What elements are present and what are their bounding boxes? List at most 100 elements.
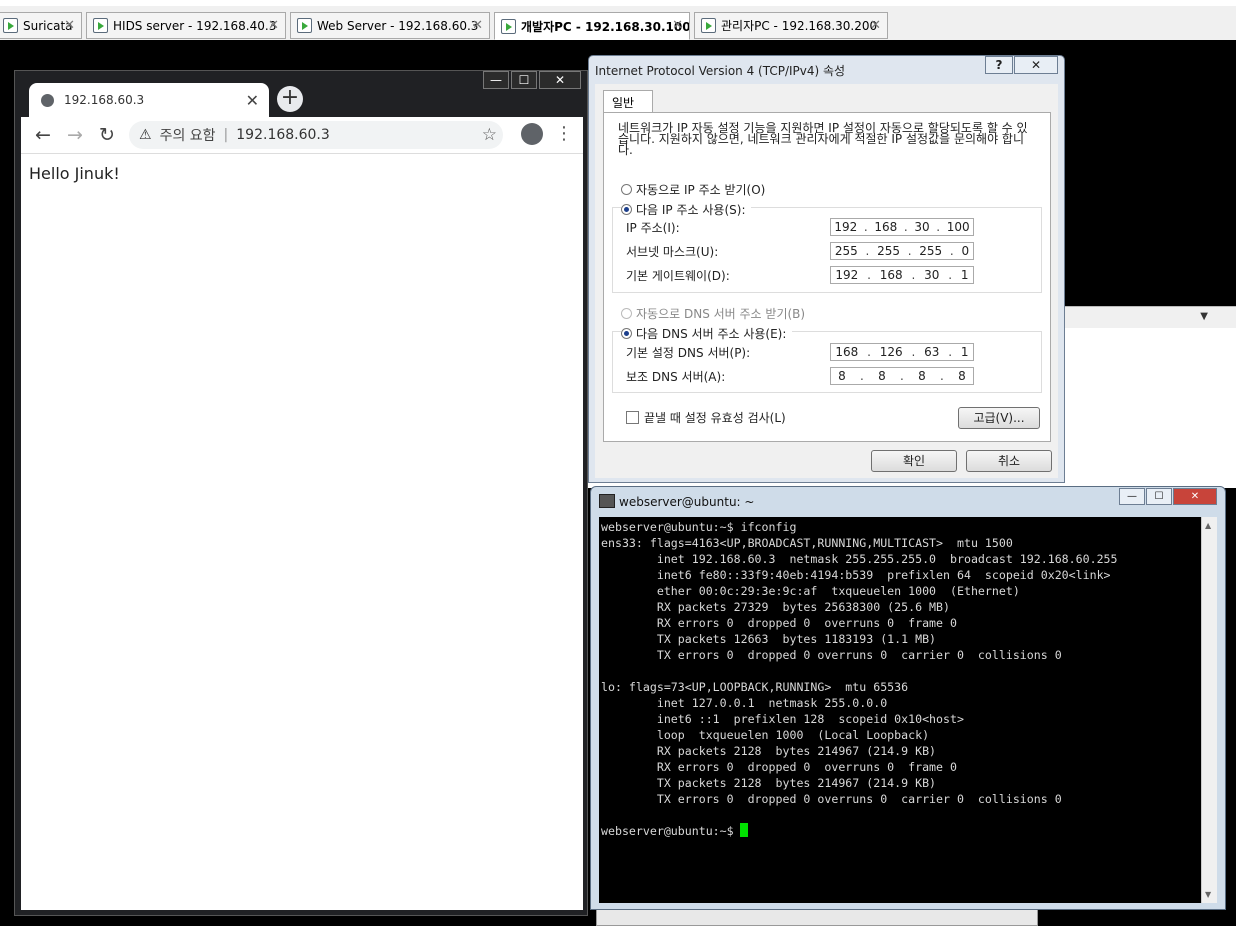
radio-selected-icon[interactable] (621, 328, 632, 339)
dns2-row: 보조 DNS 서버(A): 8. 8. 8. 8 (626, 366, 1036, 386)
octet[interactable]: 168 (874, 220, 897, 234)
terminal-line: RX errors 0 dropped 0 overruns 0 frame 0 (601, 616, 957, 630)
terminal-line: inet 127.0.0.1 netmask 255.0.0.0 (601, 696, 888, 710)
maximize-button[interactable]: ☐ (1146, 488, 1172, 505)
radio-icon[interactable] (621, 184, 632, 195)
close-icon[interactable]: ✕ (472, 18, 483, 33)
octet[interactable]: 8 (918, 369, 926, 383)
validate-checkbox[interactable]: 끝낼 때 설정 유효성 검사(L) (626, 409, 786, 426)
octet[interactable]: 8 (878, 369, 886, 383)
minimize-button[interactable]: — (1119, 488, 1145, 505)
dialog-titlebar: Internet Protocol Version 4 (TCP/IPv4) 속… (589, 56, 1064, 82)
octet[interactable]: 192 (835, 268, 858, 282)
window-controls: — ☐ ✕ (481, 71, 581, 91)
octet[interactable]: 30 (914, 220, 929, 234)
cancel-button[interactable]: 취소 (966, 450, 1052, 472)
close-icon[interactable]: ✕ (246, 91, 259, 110)
advanced-button[interactable]: 고급(V)... (958, 407, 1040, 429)
close-icon[interactable]: ✕ (870, 18, 881, 33)
octet[interactable]: 168 (835, 345, 858, 359)
dialog-body: 일반 네트워크가 IP 자동 설정 기능을 지원하면 IP 설정이 자동으로 할… (595, 84, 1058, 478)
forward-icon[interactable]: → (61, 124, 89, 146)
octet-separator: . (911, 268, 916, 282)
terminal-line: ens33: flags=4163<UP,BROADCAST,RUNNING,M… (601, 536, 1013, 550)
vm-tab-label: 관리자PC - 192.168.30.200 (721, 19, 878, 33)
terminal-title: webserver@ubuntu: ~ (619, 495, 755, 509)
browser-tab[interactable]: 192.168.60.3 ✕ (29, 83, 269, 117)
minimize-button[interactable]: — (483, 71, 509, 89)
dns1-row: 기본 설정 DNS 서버(P): 168. 126. 63. 1 (626, 342, 1036, 362)
gateway-field[interactable]: 192. 168. 30. 1 (830, 266, 974, 284)
checkbox-icon[interactable] (626, 411, 639, 424)
radio-selected-icon[interactable] (621, 204, 632, 215)
terminal-prompt: webserver@ubuntu:~$ (601, 824, 734, 838)
octet[interactable]: 255 (877, 244, 900, 258)
subnet-mask-label: 서브넷 마스크(U): (626, 244, 719, 259)
octet[interactable]: 255 (919, 244, 942, 258)
close-button[interactable]: ✕ (1014, 56, 1058, 74)
manual-dns-radio[interactable]: 다음 DNS 서버 주소 사용(E): (621, 325, 793, 342)
vm-tab-hids-server[interactable]: HIDS server - 192.168.40.3 ✕ (86, 12, 286, 39)
subnet-mask-field[interactable]: 255. 255. 255. 0 (830, 242, 974, 260)
menu-kebab-icon[interactable]: ⋮ (555, 123, 573, 144)
octet[interactable]: 255 (835, 244, 858, 258)
dns2-field[interactable]: 8. 8. 8. 8 (830, 367, 974, 385)
octet[interactable]: 192 (834, 220, 857, 234)
close-button[interactable]: ✕ (1173, 488, 1217, 505)
terminal-line: TX packets 2128 bytes 214967 (214.9 KB) (601, 776, 937, 790)
dns1-field[interactable]: 168. 126. 63. 1 (830, 343, 974, 361)
reload-icon[interactable]: ↻ (93, 124, 121, 146)
security-label[interactable]: 주의 요함 (160, 125, 216, 145)
gateway-row: 기본 게이트웨이(D): 192. 168. 30. 1 (626, 265, 1036, 285)
octet[interactable]: 1 (961, 268, 969, 282)
terminal-scrollbar[interactable]: ▲ ▼ (1201, 517, 1217, 903)
octet[interactable]: 1 (961, 345, 969, 359)
octet[interactable]: 8 (838, 369, 846, 383)
warning-icon[interactable]: ⚠ (139, 127, 152, 143)
address-bar[interactable]: ⚠ 주의 요함 | 192.168.60.3 ☆ (129, 121, 503, 149)
octet[interactable]: 0 (961, 244, 969, 258)
terminal-titlebar: webserver@ubuntu: ~ — ☐ ✕ (591, 487, 1225, 515)
scroll-up-icon[interactable]: ▲ (1205, 521, 1211, 530)
radio-icon[interactable] (621, 308, 632, 319)
close-button[interactable]: ✕ (539, 71, 581, 89)
vm-icon (297, 18, 312, 33)
ok-button[interactable]: 확인 (871, 450, 957, 472)
vm-tab-suricata[interactable]: Suricata ✕ (0, 12, 82, 39)
manual-ip-radio[interactable]: 다음 IP 주소 사용(S): (621, 201, 752, 218)
vm-tab-admin-pc[interactable]: 관리자PC - 192.168.30.200 ✕ (694, 12, 888, 39)
octet[interactable]: 8 (958, 369, 966, 383)
octet[interactable]: 100 (947, 220, 970, 234)
tab-general[interactable]: 일반 (603, 90, 653, 112)
new-tab-button[interactable]: + (277, 86, 303, 112)
close-icon[interactable]: ✕ (268, 18, 279, 33)
back-icon[interactable]: ← (29, 124, 57, 146)
manual-ip-label: 다음 IP 주소 사용(S): (636, 203, 746, 217)
terminal-output[interactable]: webserver@ubuntu:~$ ifconfig ens33: flag… (599, 517, 1201, 903)
octet-separator: . (949, 244, 954, 258)
octet[interactable]: 63 (924, 345, 939, 359)
auto-ip-radio[interactable]: 자동으로 IP 주소 받기(O) (621, 181, 765, 198)
dns2-label: 보조 DNS 서버(A): (626, 369, 726, 384)
help-button[interactable]: ? (985, 56, 1013, 74)
vm-tab-dev-pc[interactable]: 개발자PC - 192.168.30.100 ✕ (494, 12, 690, 40)
chevron-down-icon[interactable]: ▼ (1200, 311, 1208, 322)
auto-ip-label: 자동으로 IP 주소 받기(O) (636, 183, 766, 197)
terminal-cursor (739, 823, 748, 837)
auto-dns-radio[interactable]: 자동으로 DNS 서버 주소 받기(B) (621, 305, 805, 322)
profile-avatar-icon[interactable] (521, 123, 543, 145)
maximize-button[interactable]: ☐ (511, 71, 537, 89)
bookmark-star-icon[interactable]: ☆ (482, 125, 497, 145)
ip-address-field[interactable]: 192. 168. 30. 100 (830, 218, 974, 236)
octet-separator: . (911, 345, 916, 359)
url-text[interactable]: 192.168.60.3 (236, 127, 330, 143)
octet[interactable]: 168 (880, 268, 903, 282)
octet-separator: . (903, 220, 908, 234)
vm-tab-label: 개발자PC - 192.168.30.100 (521, 19, 690, 34)
close-icon[interactable]: ✕ (64, 18, 75, 33)
octet[interactable]: 30 (924, 268, 939, 282)
octet[interactable]: 126 (880, 345, 903, 359)
scroll-down-icon[interactable]: ▼ (1205, 890, 1211, 899)
vm-tab-web-server[interactable]: Web Server - 192.168.60.3 ✕ (290, 12, 490, 39)
close-icon[interactable]: ✕ (672, 18, 683, 33)
